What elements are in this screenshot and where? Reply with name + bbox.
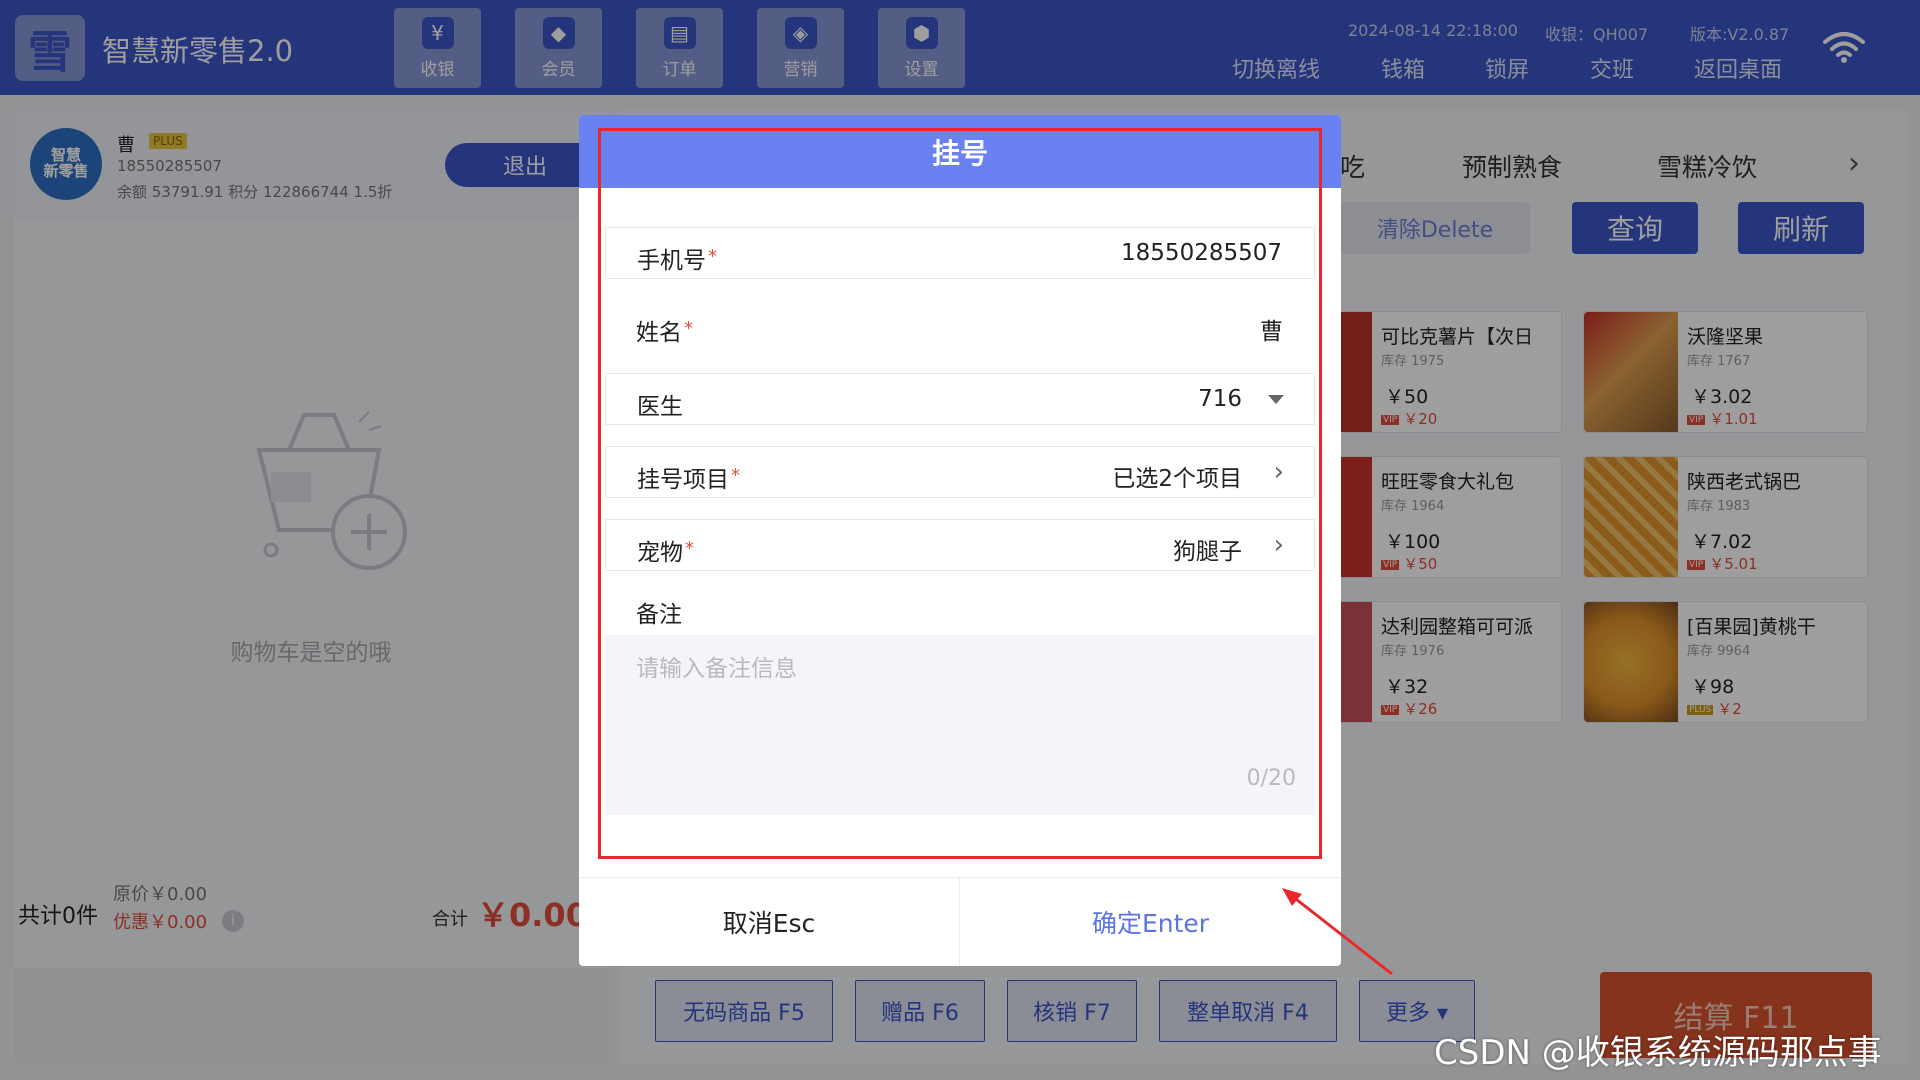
name-field[interactable]: 姓名 * 曹 [605,300,1315,352]
remark-char-count: 0/20 [1246,766,1296,791]
doctor-select[interactable]: 医生 716 [605,373,1315,425]
cancel-button[interactable]: 取消Esc [579,878,959,966]
required-mark: * [685,538,694,559]
phone-value: 18550285507 [1121,240,1282,266]
pet-label: 宠物 * [637,533,694,567]
register-item-label: 挂号项目 * [637,460,740,494]
phone-field[interactable]: 手机号 * 18550285507 [605,227,1315,279]
remark-input[interactable] [605,635,1315,815]
name-label-text: 姓名 [636,320,682,346]
name-label: 姓名 * [636,313,693,347]
dialog-title: 挂号 [579,115,1341,188]
pet-field[interactable]: 宠物 * 狗腿子 › [605,519,1315,571]
doctor-value: 716 [1198,386,1242,412]
remark-label: 备注 [636,602,682,628]
phone-label: 手机号 * [637,241,717,275]
chevron-right-icon: › [1273,530,1284,560]
required-mark: * [731,465,740,486]
phone-label-text: 手机号 [637,248,706,274]
required-mark: * [708,246,717,267]
doctor-label: 医生 [637,394,683,420]
watermark: CSDN @收银系统源码那点事 [1434,1033,1882,1073]
pet-value: 狗腿子 [1173,539,1242,565]
register-dialog: 挂号 手机号 * 18550285507 姓名 * 曹 医生 716 挂号项目 * 已… [579,115,1341,966]
register-item-value: 已选2个项目 [1112,466,1242,492]
register-item-label-text: 挂号项目 [637,467,729,493]
confirm-button[interactable]: 确定Enter [960,878,1341,966]
pet-label-text: 宠物 [637,540,683,566]
register-item-field[interactable]: 挂号项目 * 已选2个项目 › [605,446,1315,498]
chevron-right-icon: › [1273,457,1284,487]
required-mark: * [684,318,693,339]
name-value: 曹 [1260,319,1283,345]
chevron-down-icon [1268,395,1284,404]
